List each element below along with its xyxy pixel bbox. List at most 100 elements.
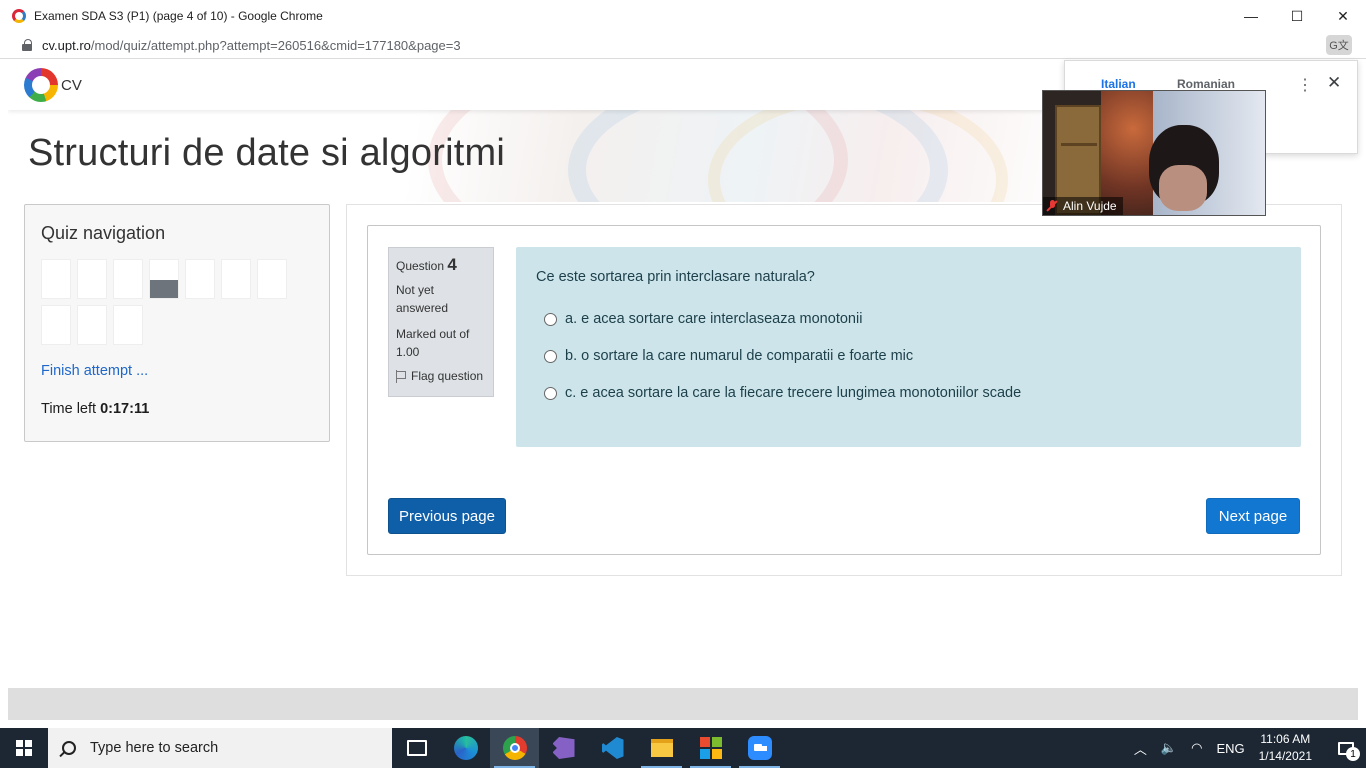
minimize-button[interactable]: — — [1228, 0, 1274, 32]
language-indicator[interactable]: ENG — [1216, 741, 1244, 756]
taskbar: Type here to search ︿ 🔈 ◠ ENG 11:06 AM 1… — [0, 728, 1366, 768]
question-nav-button[interactable] — [113, 259, 143, 299]
answer-label-a[interactable]: a. e acea sortare care interclaseaza mon… — [565, 311, 862, 327]
question-number: Question 4 — [396, 256, 486, 275]
video-thumbnail[interactable]: Alin Vujde — [1042, 90, 1266, 216]
clock-date: 1/14/2021 — [1258, 749, 1312, 763]
mic-muted-icon — [1047, 200, 1057, 212]
question-grade: Marked out of 1.00 — [396, 327, 470, 359]
page-footer-strip — [8, 688, 1358, 720]
action-center-button[interactable]: 1 — [1326, 728, 1366, 768]
previous-page-button[interactable]: Previous page — [388, 498, 506, 534]
chrome-icon — [502, 736, 527, 760]
windows-logo-icon — [16, 740, 32, 756]
time-left-label: Time left — [41, 401, 97, 417]
answer-option-b[interactable]: b. o sortare la care numarul de comparat… — [536, 348, 1281, 364]
wifi-icon[interactable]: ◠ — [1191, 740, 1202, 756]
question-nav-button[interactable] — [77, 259, 107, 299]
question-nav-button[interactable] — [185, 259, 215, 299]
course-title: Structuri de date si algoritmi — [28, 132, 505, 174]
answer-label-b[interactable]: b. o sortare la care numarul de comparat… — [565, 348, 913, 364]
maximize-button[interactable]: ☐ — [1274, 0, 1320, 32]
question-nav-button[interactable] — [257, 259, 287, 299]
translate-close-icon[interactable]: ✕ — [1327, 73, 1341, 93]
clock[interactable]: 11:06 AM 1/14/2021 — [1259, 731, 1312, 765]
time-left-value: 0:17:11 — [100, 401, 150, 417]
address-bar[interactable]: cv.upt.ro/mod/quiz/attempt.php?attempt=2… — [0, 32, 1366, 59]
volume-icon[interactable]: 🔈 — [1161, 740, 1177, 756]
url-host: cv.upt.ro — [42, 37, 91, 53]
question-nav-button[interactable] — [41, 305, 71, 345]
task-view-icon — [406, 740, 427, 756]
store-taskbar-button[interactable] — [686, 728, 735, 768]
question-nav-button[interactable] — [41, 259, 71, 299]
translate-tab-romanian[interactable]: Romanian — [1177, 77, 1235, 91]
visual-studio-icon — [552, 737, 575, 759]
taskbar-search[interactable]: Type here to search — [48, 728, 392, 768]
more-options-icon[interactable]: ⋮ — [1297, 75, 1313, 95]
banner-decoration — [708, 110, 1008, 202]
start-button[interactable] — [0, 728, 48, 768]
flag-question-toggle[interactable]: Flag question — [396, 367, 486, 385]
file-explorer-taskbar-button[interactable] — [637, 728, 686, 768]
site-logo-text[interactable]: CV — [61, 77, 82, 94]
task-view-button[interactable] — [392, 728, 441, 768]
site-logo-icon[interactable] — [24, 68, 58, 102]
participant-namebar: Alin Vujde — [1043, 197, 1123, 215]
question-nav-button-current[interactable] — [149, 259, 179, 299]
edge-taskbar-button[interactable] — [441, 728, 490, 768]
answer-radio-b[interactable] — [544, 349, 557, 363]
next-page-button[interactable]: Next page — [1206, 498, 1300, 534]
translate-tab-italian[interactable]: Italian — [1101, 77, 1136, 91]
answer-list: a. e acea sortare care interclaseaza mon… — [536, 311, 1281, 401]
quiz-navigation-title: Quiz navigation — [41, 223, 166, 243]
zoom-icon — [747, 736, 772, 760]
question-card: Question 4 Not yet answered Marked out o… — [367, 225, 1321, 555]
search-placeholder[interactable]: Type here to search — [90, 740, 218, 756]
question-text: Ce este sortarea prin interclasare natur… — [536, 269, 815, 285]
close-window-button[interactable]: ✕ — [1320, 0, 1366, 32]
translate-icon[interactable]: G文 — [1326, 35, 1352, 55]
question-nav-button[interactable] — [77, 305, 107, 345]
answer-radio-c[interactable] — [544, 386, 557, 400]
question-info: Question 4 Not yet answered Marked out o… — [388, 247, 494, 397]
question-formulation: Ce este sortarea prin interclasare natur… — [516, 247, 1301, 447]
question-nav-button[interactable] — [113, 305, 143, 345]
url-path: /mod/quiz/attempt.php?attempt=260516&cmi… — [90, 37, 461, 53]
chrome-taskbar-button[interactable] — [490, 728, 539, 768]
zoom-taskbar-button[interactable] — [735, 728, 784, 768]
question-label: Question — [396, 259, 445, 273]
question-nav-button[interactable] — [221, 259, 251, 299]
flag-icon[interactable] — [396, 369, 406, 383]
visual-studio-taskbar-button[interactable] — [539, 728, 588, 768]
clock-time: 11:06 AM — [1260, 732, 1311, 746]
system-tray: ︿ 🔈 ◠ ENG 11:06 AM 1/14/2021 1 — [1134, 728, 1366, 768]
window-title: Examen SDA S3 (P1) (page 4 of 10) - Goog… — [34, 9, 323, 23]
time-left: Time left 0:17:11 — [41, 401, 149, 417]
folder-icon — [650, 739, 673, 757]
answer-option-c[interactable]: c. e acea sortare la care la fiecare tre… — [536, 385, 1281, 401]
window-controls: — ☐ ✕ — [1228, 0, 1366, 32]
lock-icon[interactable] — [22, 39, 32, 51]
participant-image — [1159, 165, 1207, 211]
answer-option-a[interactable]: a. e acea sortare care interclaseaza mon… — [536, 311, 1281, 327]
finish-attempt-link[interactable]: Finish attempt ... — [41, 363, 148, 379]
search-icon — [62, 741, 76, 755]
main-region: Question 4 Not yet answered Marked out o… — [346, 204, 1342, 576]
vscode-taskbar-button[interactable] — [588, 728, 637, 768]
answer-radio-a[interactable] — [544, 312, 557, 326]
question-state: Not yet answered — [396, 283, 449, 315]
participant-name: Alin Vujde — [1063, 199, 1117, 213]
store-icon — [699, 737, 722, 759]
vscode-icon — [601, 737, 624, 759]
notification-badge: 1 — [1346, 747, 1360, 761]
site-favicon-icon — [12, 9, 26, 23]
edge-icon — [453, 736, 478, 760]
question-number-value: 4 — [447, 255, 457, 274]
window-titlebar: Examen SDA S3 (P1) (page 4 of 10) - Goog… — [0, 0, 1366, 32]
flag-question-label[interactable]: Flag question — [411, 367, 483, 385]
chevron-up-icon[interactable]: ︿ — [1134, 739, 1147, 758]
url-text[interactable]: cv.upt.ro/mod/quiz/attempt.php?attempt=2… — [42, 38, 461, 53]
quiz-navigation-block: Quiz navigation Finish attempt ... Time … — [24, 204, 330, 442]
answer-label-c[interactable]: c. e acea sortare la care la fiecare tre… — [565, 385, 1021, 401]
